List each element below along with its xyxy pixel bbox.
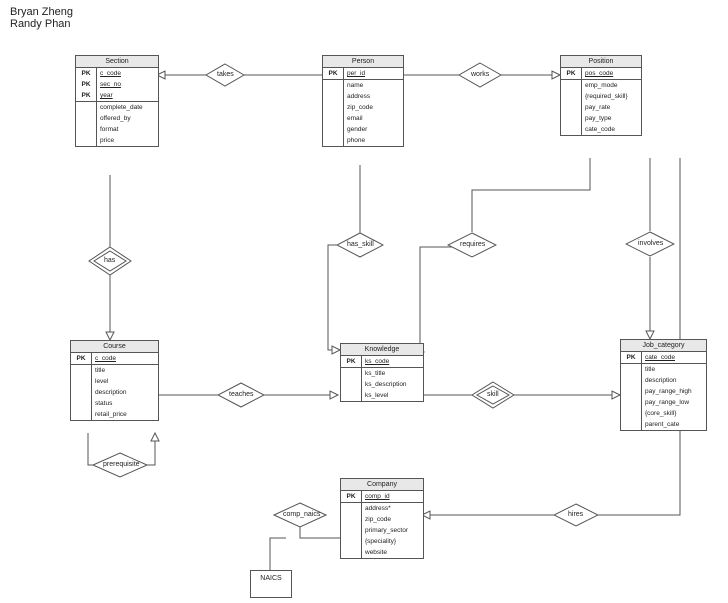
entity-title: Position — [561, 56, 641, 68]
attr: email — [344, 113, 403, 124]
entity-title: Knowledge — [341, 344, 423, 356]
attr: level — [92, 376, 158, 387]
entity-title: Person — [323, 56, 403, 68]
entity-title: Company — [341, 479, 423, 491]
attr: parent_cate — [642, 419, 706, 430]
attr: ks_level — [362, 390, 423, 401]
entity-title: Section — [76, 56, 158, 68]
entity-person: Person PKper_id name address zip_code em… — [322, 55, 404, 147]
attr: pay_range_high — [642, 386, 706, 397]
entity-job-category: Job_category PKcate_code title descripti… — [620, 339, 707, 431]
rel-comp-naics-label: comp_naics — [283, 511, 320, 518]
attr: description — [642, 375, 706, 386]
attr: gender — [344, 124, 403, 135]
rel-requires-label: requires — [460, 241, 485, 248]
entity-company: Company PKcomp_id address* zip_code prim… — [340, 478, 424, 559]
attr: status — [92, 398, 158, 409]
pk: c_code — [92, 353, 158, 364]
attr: pay_range_low — [642, 397, 706, 408]
attr: primary_sector — [362, 525, 423, 536]
naics-label: NAICS — [260, 575, 281, 582]
attr: zip_code — [362, 514, 423, 525]
pk: per_id — [344, 68, 403, 79]
attr: phone — [344, 135, 403, 146]
attr: {required_skill} — [582, 91, 641, 102]
attr: description — [92, 387, 158, 398]
attr: zip_code — [344, 102, 403, 113]
attr: {speciality} — [362, 536, 423, 547]
entity-title: Job_category — [621, 340, 706, 352]
rel-prerequisite-label: prerequisite — [103, 461, 140, 468]
rel-has-label: has — [104, 257, 115, 264]
entity-knowledge: Knowledge PKks_code ks_title ks_descript… — [340, 343, 424, 402]
pk: sec_no — [97, 79, 158, 90]
attr: cate_code — [582, 124, 641, 135]
attr: format — [97, 124, 158, 135]
attr: price — [97, 135, 158, 146]
entity-course: Course PKc_code title level description … — [70, 340, 159, 421]
attr: ks_description — [362, 379, 423, 390]
author-2: Randy Phan — [10, 18, 71, 30]
pk: pos_code — [582, 68, 641, 79]
pk: ks_code — [362, 356, 423, 367]
attr: address — [344, 91, 403, 102]
entity-naics: NAICS — [250, 570, 292, 598]
attr: emp_mode — [582, 80, 641, 91]
rel-teaches-label: teaches — [229, 391, 254, 398]
rel-hires-label: hires — [568, 511, 583, 518]
attr: {core_skill} — [642, 408, 706, 419]
attr: offered_by — [97, 113, 158, 124]
pk: c_code — [97, 68, 158, 79]
attr: address* — [362, 503, 423, 514]
rel-involves-label: involves — [638, 240, 663, 247]
attr: pay_rate — [582, 102, 641, 113]
entity-section: Section PKc_code PKsec_no PKyear complet… — [75, 55, 159, 147]
attr: title — [642, 364, 706, 375]
attr: name — [344, 80, 403, 91]
attr: complete_date — [97, 102, 158, 113]
pk: comp_id — [362, 491, 423, 502]
attr: retail_price — [92, 409, 158, 420]
pk: cate_code — [642, 352, 706, 363]
author-1: Bryan Zheng — [10, 6, 73, 18]
rel-has-skill-label: has_skill — [347, 241, 374, 248]
entity-position: Position PKpos_code emp_mode {required_s… — [560, 55, 642, 136]
attr: pay_type — [582, 113, 641, 124]
rel-skill-label: skill — [487, 391, 499, 398]
pk: year — [97, 90, 158, 101]
rel-takes-label: takes — [217, 71, 234, 78]
rel-works-label: works — [471, 71, 489, 78]
attr: website — [362, 547, 423, 558]
attr: ks_title — [362, 368, 423, 379]
entity-title: Course — [71, 341, 158, 353]
attr: title — [92, 365, 158, 376]
